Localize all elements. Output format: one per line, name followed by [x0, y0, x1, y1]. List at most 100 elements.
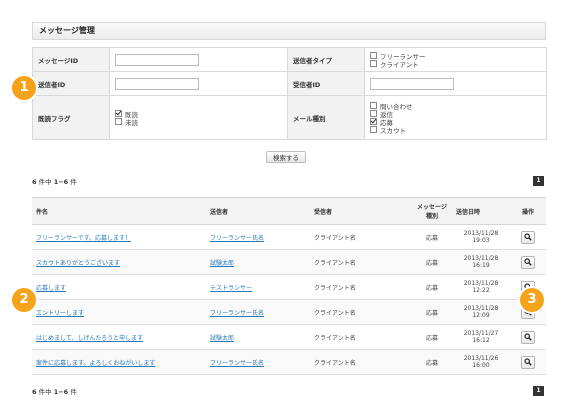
sent-time: 16:00 [472, 362, 490, 369]
checkbox-icon[interactable] [370, 110, 377, 117]
table-row: フリーランサーです。応募します！ フリーランサー氏名 クライアント名 応募 2013/1… [32, 224, 546, 250]
subject-link[interactable]: 応募します [36, 285, 66, 292]
sender-link[interactable]: フリーランサー氏名 [210, 310, 264, 317]
sender-link[interactable]: 試験太郎 [210, 335, 234, 342]
magnifier-icon [524, 357, 532, 366]
result-total-suffix: 件中 [38, 388, 52, 396]
view-detail-button[interactable] [521, 255, 535, 269]
message-type-cell: 応募 [412, 249, 452, 275]
message-type-cell: 応募 [412, 299, 452, 325]
results-table: 件名 送信者 受信者 メッセージ 種別 送信日時 操作 フリーランサーです。応募… [32, 197, 546, 375]
sent-at-cell: 2013/11/28 19:03 [452, 224, 510, 250]
sent-time: 16:19 [472, 262, 490, 269]
column-header-sender: 送信者 [206, 197, 310, 225]
sent-date: 2013/11/28 [463, 280, 499, 287]
result-range-suffix: 件 [70, 388, 77, 396]
sent-at-cell: 2013/11/28 12:22 [452, 274, 510, 300]
checkbox-icon[interactable] [370, 60, 377, 67]
sent-date: 2013/11/28 [463, 305, 499, 312]
sent-date: 2013/11/28 [463, 230, 499, 237]
message-id-input[interactable] [115, 53, 199, 66]
sent-date: 2013/11/26 [463, 355, 499, 362]
checkbox-icon[interactable] [370, 118, 377, 125]
receiver-cell: クライアント名 [310, 224, 412, 250]
read-flag-label: 既読フラグ [32, 95, 110, 140]
checkbox-icon[interactable] [115, 118, 122, 125]
sender-id-input[interactable] [115, 77, 199, 90]
sent-at-cell: 2013/11/28 12:09 [452, 299, 510, 325]
checkbox-icon[interactable] [370, 126, 377, 133]
sent-at-cell: 2013/11/26 16:00 [452, 349, 510, 375]
sender-link[interactable]: フリーランサー氏名 [210, 235, 264, 242]
pagination-page-1[interactable]: 1 [533, 386, 544, 396]
sender-type-label: 送信者タイプ [287, 47, 365, 72]
mail-type-label: メール種別 [287, 95, 365, 140]
checkbox-label: スカウト [380, 126, 406, 135]
receiver-id-input[interactable] [370, 77, 454, 90]
view-detail-button[interactable] [521, 355, 535, 369]
column-header-actions: 操作 [510, 197, 546, 225]
receiver-cell: クライアント名 [310, 249, 412, 275]
checkbox-label: クライアント [380, 60, 419, 69]
sent-time: 12:09 [472, 312, 490, 319]
sent-time: 19:03 [472, 237, 490, 244]
sender-link[interactable]: テストランサー [210, 285, 252, 292]
message-type-cell: 応募 [412, 224, 452, 250]
result-range-suffix: 件 [70, 178, 77, 186]
sender-link[interactable]: 試験太郎 [210, 260, 234, 267]
subject-link[interactable]: スカウトありがとうございます [36, 260, 120, 267]
checkbox-icon[interactable] [370, 102, 377, 109]
result-total: 6 [32, 178, 37, 186]
column-header-subject: 件名 [32, 197, 206, 225]
receiver-cell: クライアント名 [310, 274, 412, 300]
sent-at-cell: 2013/11/27 16:12 [452, 324, 510, 350]
column-header-receiver: 受信者 [310, 197, 412, 225]
sent-at-cell: 2013/11/28 16:19 [452, 249, 510, 275]
mail-type-inquiry[interactable]: 問い合わせ [370, 102, 541, 111]
subject-link[interactable]: フリーランサーです。応募します！ [36, 235, 131, 242]
callout-badge-2: 2 [12, 288, 36, 312]
receiver-cell: クライアント名 [310, 324, 412, 350]
table-row: エントリーします フリーランサー氏名 クライアント名 応募 2013/11/28 12:0… [32, 299, 546, 325]
message-type-cell: 応募 [412, 349, 452, 375]
result-range: 1−6 [53, 178, 69, 186]
subject-link[interactable]: はじめまして、しげんたろうと申します [36, 335, 143, 342]
page-title: メッセージ管理 [32, 22, 546, 40]
receiver-cell: クライアント名 [310, 349, 412, 375]
callout-badge-1: 1 [12, 76, 36, 100]
view-detail-button[interactable] [521, 330, 535, 344]
receiver-cell: クライアント名 [310, 299, 412, 325]
sent-date: 2013/11/28 [463, 255, 499, 262]
sent-time: 12:22 [472, 287, 490, 294]
result-range: 1−6 [53, 388, 69, 396]
search-form: メッセージID 送信者タイプ フリーランサー クライアント 送信者ID 受信者I… [32, 47, 547, 140]
view-detail-button[interactable] [521, 230, 535, 244]
checkbox-icon[interactable] [115, 110, 122, 117]
search-button[interactable]: 検索する [266, 151, 306, 163]
read-flag-read[interactable]: 既読 [115, 110, 282, 119]
message-type-cell: 応募 [412, 324, 452, 350]
sender-link[interactable]: フリーランサー氏名 [210, 360, 264, 367]
checkbox-icon[interactable] [370, 52, 377, 59]
result-count-top: 6 件中 1−6 件 [32, 176, 77, 186]
column-header-sent-at: 送信日時 [452, 197, 510, 225]
table-row: 応募します テストランサー クライアント名 応募 2013/11/28 12:22 [32, 274, 546, 300]
magnifier-icon [524, 332, 532, 341]
mail-type-reply[interactable]: 返信 [370, 110, 541, 119]
subject-link[interactable]: エントリーします [36, 310, 84, 317]
table-row: はじめまして、しげんたろうと申します 試験太郎 クライアント名 応募 2013/11/2… [32, 324, 546, 350]
mail-type-scout[interactable]: スカウト [370, 126, 541, 135]
message-type-cell: 応募 [412, 274, 452, 300]
receiver-id-label: 受信者ID [287, 71, 365, 96]
callout-badge-3: 3 [520, 288, 544, 312]
subject-link[interactable]: 案件に応募します。よろしくおねがいします [36, 360, 155, 367]
magnifier-icon [524, 232, 532, 241]
magnifier-icon [524, 257, 532, 266]
message-id-label: メッセージID [32, 47, 110, 72]
result-total-suffix: 件中 [38, 178, 52, 186]
result-count-bottom: 6 件中 1−6 件 [32, 386, 77, 396]
read-flag-unread[interactable]: 未読 [115, 118, 282, 127]
pagination-page-1[interactable]: 1 [533, 176, 544, 186]
column-header-message-type: メッセージ 種別 [412, 197, 452, 225]
sender-type-client[interactable]: クライアント [370, 60, 541, 69]
